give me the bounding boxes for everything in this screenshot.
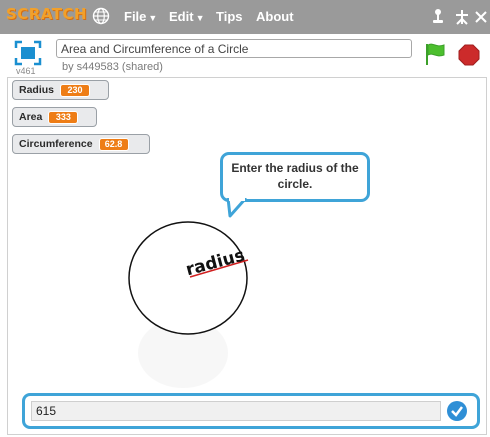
circle-sprite[interactable]: radius	[123, 218, 253, 338]
monitor-label: Area	[19, 111, 43, 123]
menu-about[interactable]: About	[256, 9, 294, 24]
project-title-input[interactable]	[56, 39, 412, 58]
monitor-label: Radius	[19, 84, 55, 96]
check-icon[interactable]	[446, 400, 468, 422]
scratch-logo[interactable]: SCRATCH	[6, 5, 87, 23]
menu-edit-label: Edit	[169, 9, 194, 24]
monitor-circumference: Circumference 62.8	[12, 134, 150, 154]
menu-tips-label: Tips	[216, 9, 243, 24]
cut-icon[interactable]	[454, 8, 470, 26]
speech-bubble-tail	[226, 198, 248, 218]
speech-text: Enter the radius of the circle.	[231, 161, 359, 191]
chevron-down-icon: ▼	[195, 13, 205, 23]
ask-prompt	[22, 393, 480, 429]
version-label: v461	[16, 66, 36, 76]
monitor-value: 230	[60, 83, 91, 97]
monitor-radius: Radius 230	[12, 80, 109, 100]
menu-bar: SCRATCH File ▼ Edit ▼ Tips About	[0, 0, 490, 34]
menu-edit[interactable]: Edit ▼	[169, 9, 204, 24]
monitor-label: Circumference	[19, 138, 93, 150]
fullscreen-icon[interactable]	[14, 40, 42, 66]
project-header: v461 by s449583 (shared)	[0, 34, 490, 78]
speech-bubble: Enter the radius of the circle.	[220, 152, 370, 202]
monitor-area: Area 333	[12, 107, 97, 127]
menu-tips[interactable]: Tips	[216, 9, 243, 24]
monitor-value: 333	[48, 110, 79, 124]
menu-about-label: About	[256, 9, 294, 24]
green-flag-icon[interactable]	[424, 42, 446, 66]
answer-input[interactable]	[31, 401, 441, 421]
chevron-down-icon: ▼	[148, 13, 158, 23]
grow-icon[interactable]	[474, 8, 490, 26]
stage[interactable]: Radius 230 Area 333 Circumference 62.8 E…	[7, 77, 487, 435]
stop-icon[interactable]	[458, 44, 480, 66]
menu-file-label: File	[124, 9, 147, 24]
menu-file[interactable]: File ▼	[124, 9, 157, 24]
duplicate-icon[interactable]	[430, 8, 446, 26]
project-byline: by s449583 (shared)	[62, 61, 163, 73]
monitor-value: 62.8	[98, 137, 129, 151]
globe-icon[interactable]	[92, 7, 110, 25]
